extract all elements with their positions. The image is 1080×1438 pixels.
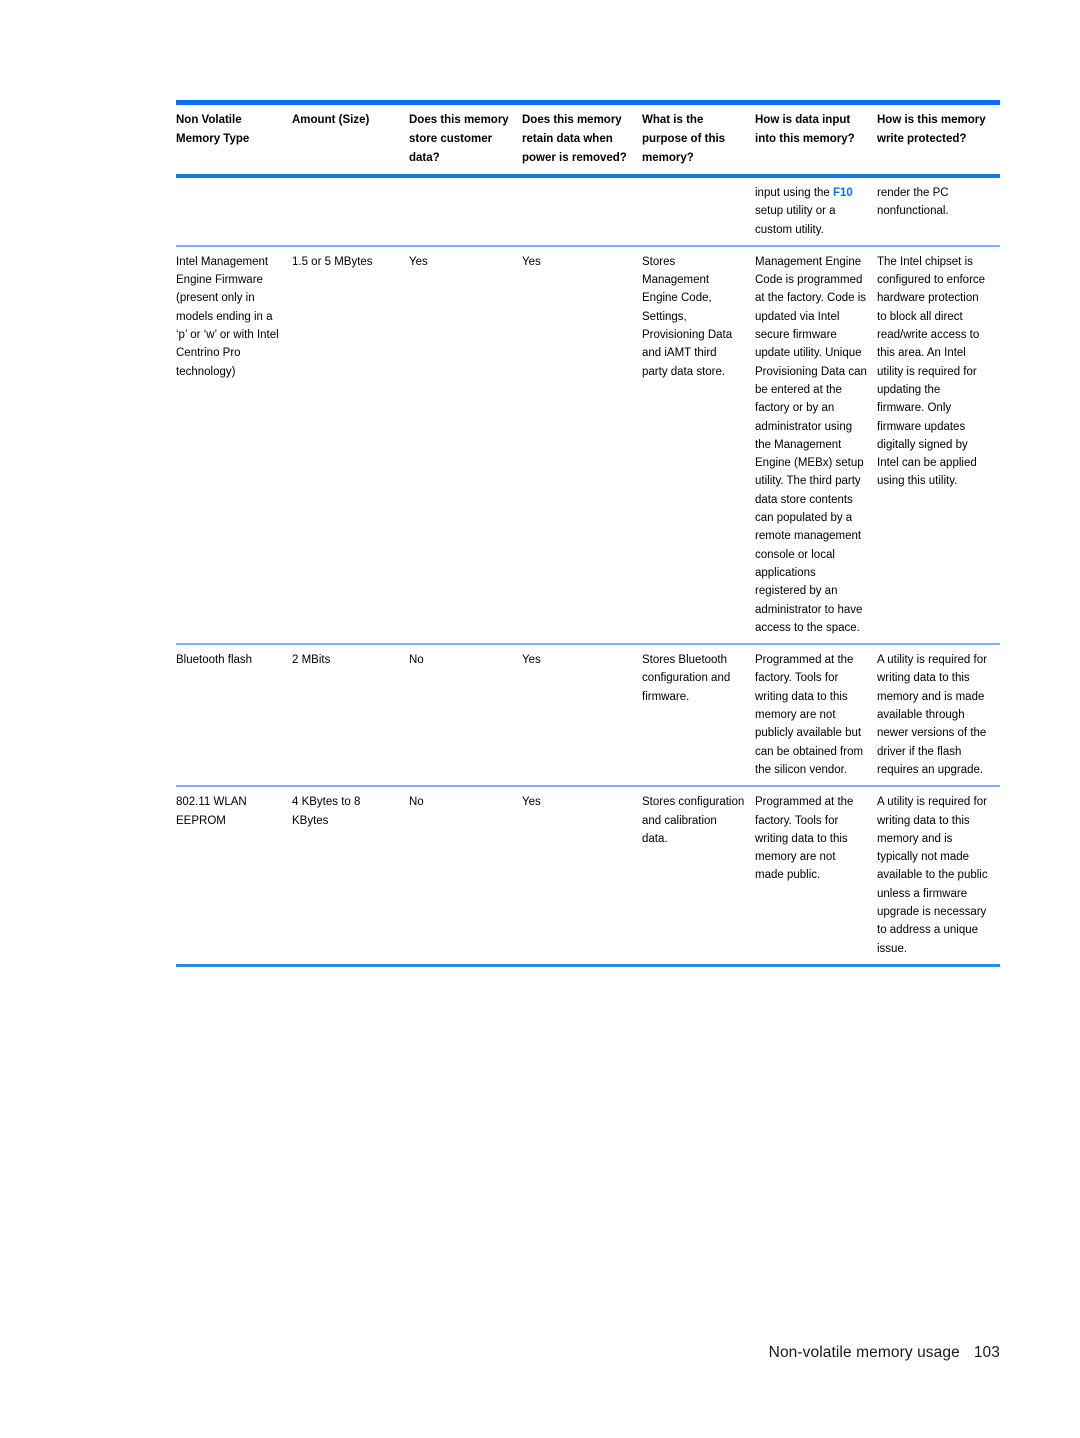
cell-stores-customer-data: Yes [409,255,428,268]
cell-data-input: Programmed at the factory. Tools for wri… [755,654,864,776]
column-header-write-protected: How is this memory write protected? [877,114,986,145]
cell-data-input: Management Engine Code is programmed at … [755,255,867,634]
table-header-row: Non Volatile Memory Type Amount (Size) D… [176,102,1000,176]
cell-purpose: Stores configuration and calibration dat… [642,796,745,845]
cell-purpose [642,176,755,246]
column-header-data-input: How is data input into this memory? [755,114,855,145]
non-volatile-memory-table-container: Non Volatile Memory Type Amount (Size) D… [176,100,1000,967]
cell-retains-data: Yes [522,255,541,268]
footer-title: Non-volatile memory usage [768,1344,960,1361]
table-row: input using the F10 setup utility or a c… [176,176,1000,246]
cell-retains-data: Yes [522,654,541,667]
cell-write-protected: A utility is required for writing data t… [877,796,988,955]
column-header-stores-customer-data: Does this memory store customer data? [409,114,509,164]
data-input-suffix: setup utility or a custom utility. [755,205,836,236]
table-row: Bluetooth flash 2 MBits No Yes Stores Bl… [176,644,1000,787]
cell-write-protected: A utility is required for writing data t… [877,654,987,776]
cell-memory-type: 802.11 WLAN EEPROM [176,796,247,827]
page-footer: Non-volatile memory usage 103 [769,1343,1000,1363]
column-header-memory-type: Non Volatile Memory Type [176,114,250,145]
column-header-amount: Amount (Size) [292,114,370,126]
cell-retains-data: Yes [522,796,541,809]
cell-stores-customer-data: No [409,654,424,667]
column-header-purpose: What is the purpose of this memory? [642,114,726,164]
cell-memory-type: Intel Management Engine Firmware (presen… [176,255,279,378]
column-header-retains-data: Does this memory retain data when power … [522,114,627,164]
cell-amount [292,176,409,246]
cell-write-protected: render the PC nonfunctional. [877,187,949,218]
cell-stores-customer-data [409,176,522,246]
document-page: Non Volatile Memory Type Amount (Size) D… [0,0,1080,1438]
cell-retains-data [522,176,642,246]
table-row: 802.11 WLAN EEPROM 4 KBytes to 8 KBytes … [176,786,1000,966]
cell-purpose: Stores Bluetooth configuration and firmw… [642,654,731,703]
cell-memory-type [176,176,292,246]
cell-data-input: input using the F10 setup utility or a c… [755,176,877,246]
cell-stores-customer-data: No [409,796,424,809]
cell-amount: 4 KBytes to 8 KBytes [292,796,361,827]
table-body: input using the F10 setup utility or a c… [176,176,1000,966]
cell-amount: 1.5 or 5 MBytes [292,255,373,268]
table-header: Non Volatile Memory Type Amount (Size) D… [176,102,1000,176]
non-volatile-memory-table: Non Volatile Memory Type Amount (Size) D… [176,100,1000,967]
table-row: Intel Management Engine Firmware (presen… [176,246,1000,645]
data-input-prefix: input using the [755,187,834,199]
footer-page-number: 103 [973,1344,1000,1361]
cell-write-protected: The Intel chipset is configured to enfor… [877,255,986,488]
cell-purpose: Stores Management Engine Code, Settings,… [642,255,733,378]
cell-amount: 2 MBits [292,654,331,667]
f10-key-reference[interactable]: F10 [833,187,853,199]
cell-memory-type: Bluetooth flash [176,654,253,667]
cell-data-input: Programmed at the factory. Tools for wri… [755,796,854,882]
